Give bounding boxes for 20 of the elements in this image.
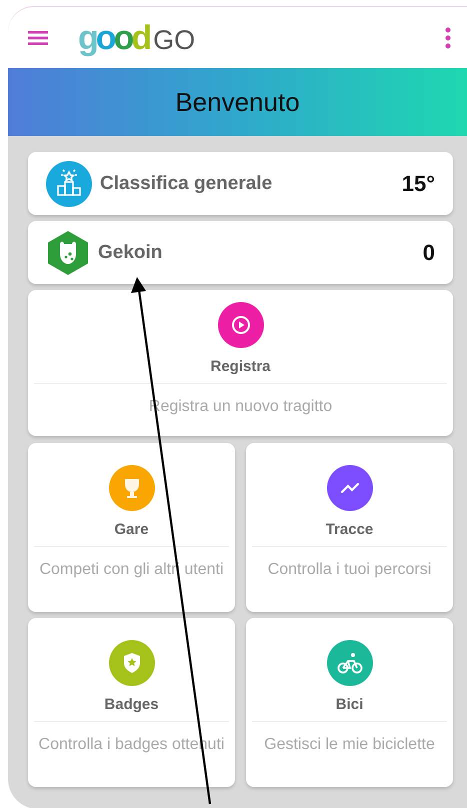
stat-card[interactable]: Gekoin 0 (28, 221, 453, 284)
podium-icon (46, 160, 92, 206)
stat-card[interactable]: Classifica generale 15° (28, 152, 453, 215)
card-description: Controlla i tuoi percorsi (268, 561, 432, 579)
card-title: Badges (104, 696, 159, 713)
stat-value: 15° (402, 170, 435, 196)
card-title: Bici (336, 696, 364, 713)
stat-value: 0 (422, 240, 435, 266)
card-title: Tracce (326, 521, 374, 538)
banner-title: Benvenuto (175, 86, 300, 118)
logo: goodGO (78, 20, 196, 54)
card-title: Gare (114, 521, 149, 538)
menu-icon[interactable] (28, 30, 48, 44)
card-title: Registra (210, 358, 271, 375)
card-description: Gestisci le mie biciclette (264, 736, 435, 754)
stat-label: Classifica generale (100, 172, 272, 194)
stat-label: Gekoin (98, 242, 162, 264)
action-card[interactable]: Bici Gestisci le mie biciclette (246, 618, 453, 787)
action-card[interactable]: Tracce Controlla i tuoi percorsi (246, 443, 453, 612)
more-options-icon[interactable] (445, 26, 451, 48)
